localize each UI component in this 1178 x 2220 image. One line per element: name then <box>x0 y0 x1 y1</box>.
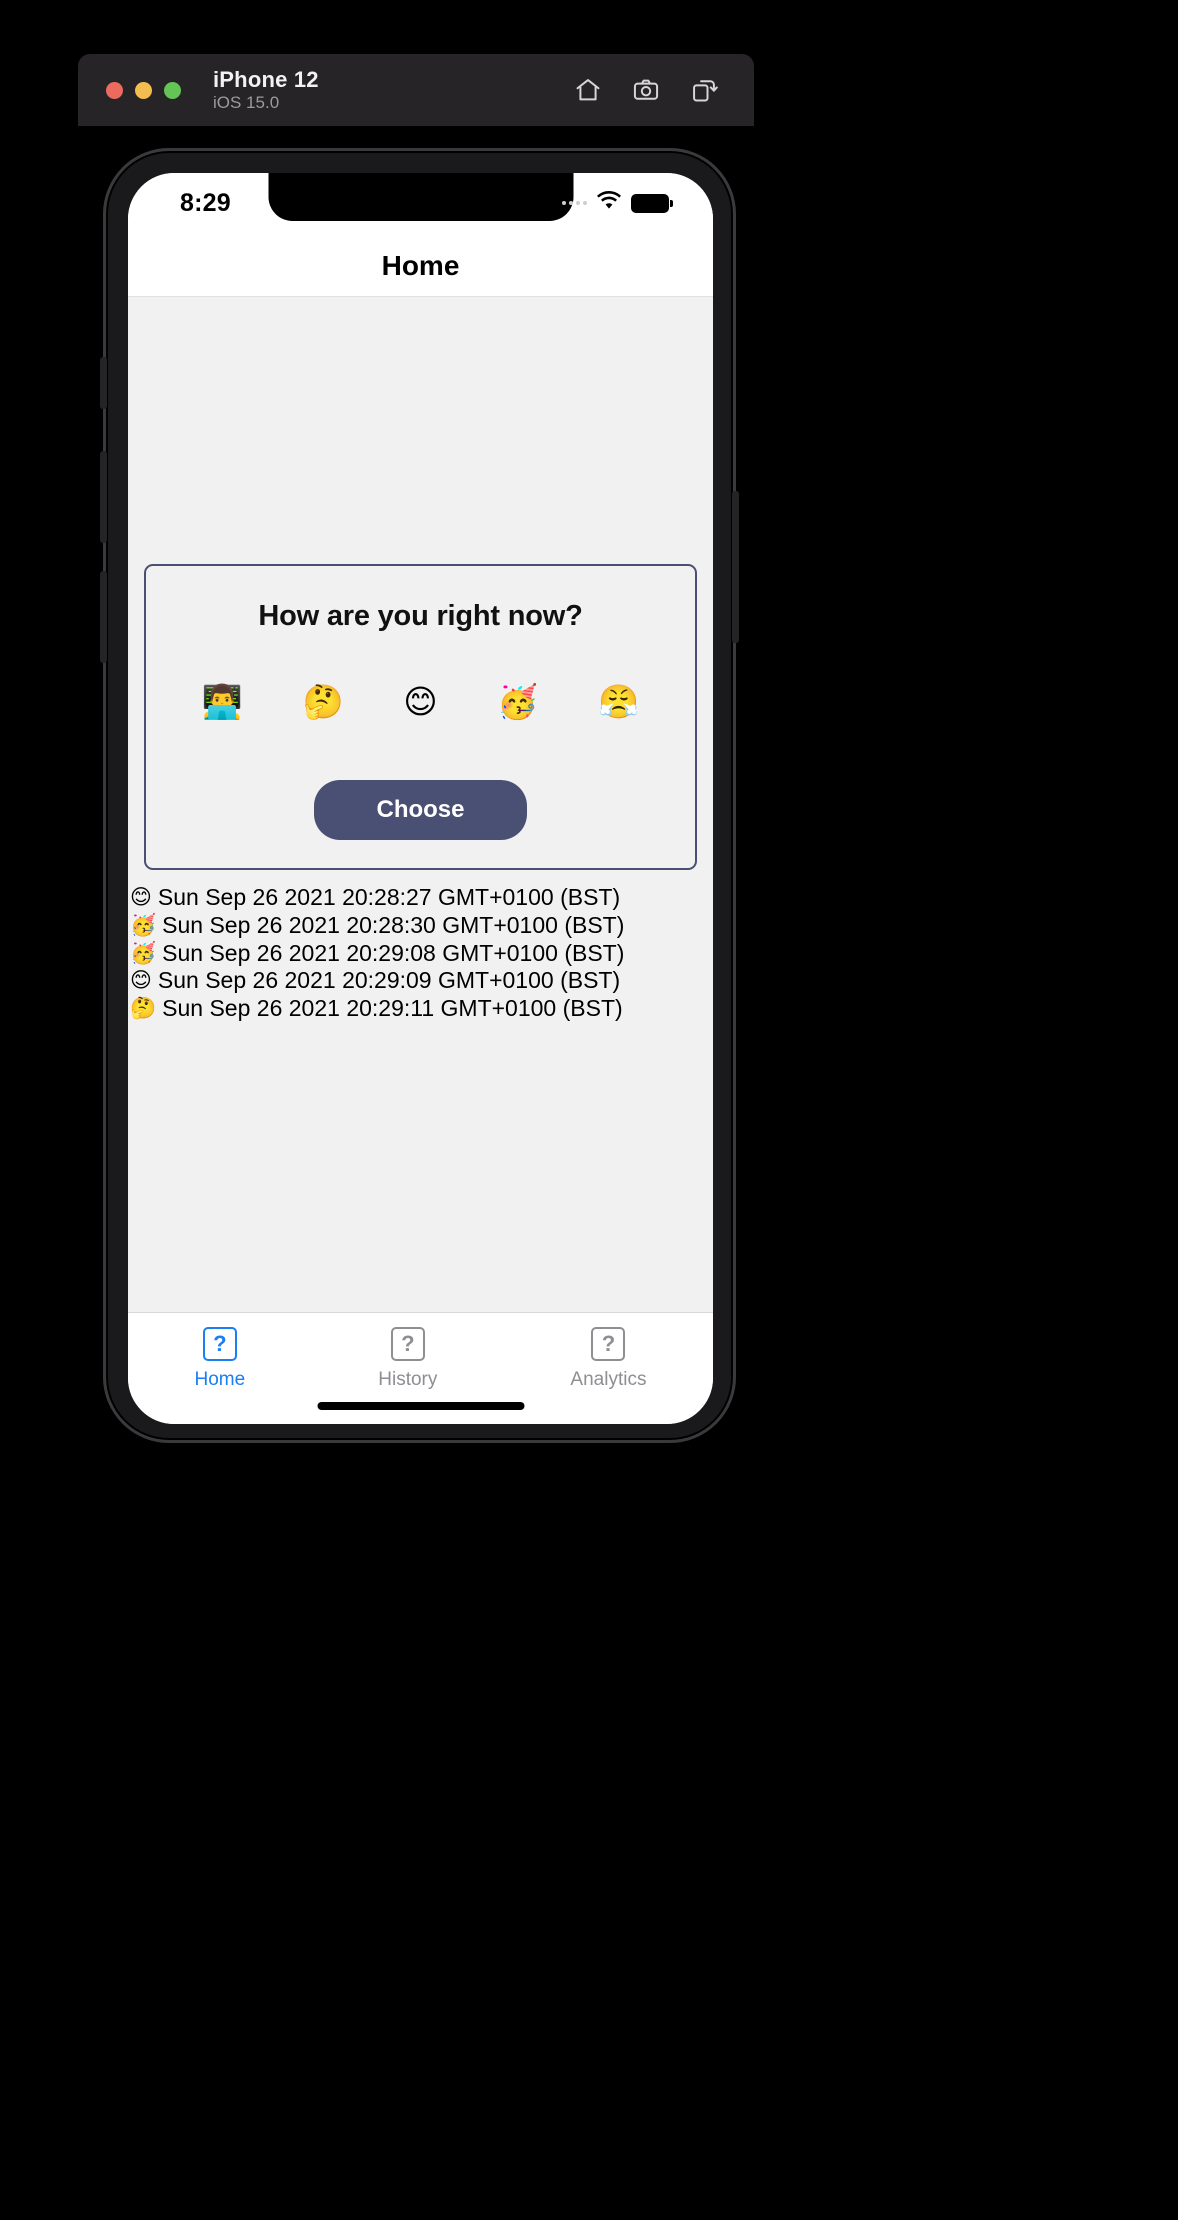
list-item: 🤔 Sun Sep 26 2021 20:29:11 GMT+0100 (BST… <box>130 995 713 1023</box>
history-emoji: 😊 <box>130 885 152 910</box>
simulator-os-version: iOS 15.0 <box>213 93 280 113</box>
tab-history-label: History <box>378 1369 438 1390</box>
simulator-window: iPhone 12 iOS 15.0 8:29 Home How are you… <box>0 0 1178 2220</box>
tab-history[interactable]: ? History <box>378 1327 437 1391</box>
history-timestamp: Sun Sep 26 2021 20:28:27 GMT+0100 (BST) <box>157 884 621 910</box>
home-icon[interactable] <box>574 76 602 104</box>
page-title: Home <box>381 249 460 281</box>
volume-down-button[interactable] <box>100 571 107 663</box>
list-item: 🥳 Sun Sep 26 2021 20:28:30 GMT+0100 (BST… <box>130 912 713 940</box>
mood-survey-card: How are you right now? 👨‍💻 🤔 😊 🥳 😤 Choos… <box>144 564 697 870</box>
tab-home-label: Home <box>194 1369 246 1390</box>
history-emoji: 🥳 <box>130 912 157 937</box>
mood-option-frustrated[interactable]: 😤 <box>598 685 639 718</box>
mood-option-happy[interactable]: 😊 <box>403 685 437 718</box>
mood-option-working[interactable]: 👨‍💻 <box>202 685 243 718</box>
device-screen: 8:29 Home <box>128 173 713 1424</box>
wifi-icon <box>596 190 622 215</box>
power-button[interactable] <box>732 491 739 643</box>
tab-analytics[interactable]: ? Analytics <box>570 1327 646 1391</box>
mood-options: 👨‍💻 🤔 😊 🥳 😤 <box>172 685 669 718</box>
zoom-icon[interactable] <box>164 81 181 99</box>
history-tab-icon: ? <box>390 1327 425 1361</box>
window-traffic-lights <box>106 81 181 99</box>
history-emoji: 😊 <box>130 968 152 993</box>
ios-status-bar: 8:29 <box>128 173 713 235</box>
close-icon[interactable] <box>106 81 123 99</box>
analytics-tab-icon: ? <box>591 1327 626 1361</box>
history-timestamp: Sun Sep 26 2021 20:29:11 GMT+0100 (BST) <box>162 995 623 1021</box>
mood-option-thinking[interactable]: 🤔 <box>303 685 344 718</box>
home-tab-icon: ? <box>202 1327 237 1361</box>
home-indicator[interactable] <box>317 1402 524 1410</box>
rotate-icon[interactable] <box>690 76 718 104</box>
mood-history-list: 😊 Sun Sep 26 2021 20:28:27 GMT+0100 (BST… <box>128 884 713 1023</box>
status-bar-indicators <box>562 190 673 215</box>
submit-row: Choose <box>146 780 695 840</box>
app-content: How are you right now? 👨‍💻 🤔 😊 🥳 😤 Choos… <box>128 297 713 1312</box>
mood-option-partying[interactable]: 🥳 <box>497 685 538 718</box>
mute-switch[interactable] <box>100 357 107 409</box>
cellular-icon <box>562 201 587 205</box>
list-item: 🥳 Sun Sep 26 2021 20:29:08 GMT+0100 (BST… <box>130 940 713 968</box>
navigation-bar: Home <box>128 235 713 297</box>
history-timestamp: Sun Sep 26 2021 20:28:30 GMT+0100 (BST) <box>162 911 625 938</box>
history-emoji: 🤔 <box>130 996 157 1021</box>
history-timestamp: Sun Sep 26 2021 20:29:09 GMT+0100 (BST) <box>157 967 621 994</box>
screenshot-icon[interactable] <box>632 76 660 104</box>
survey-question: How are you right now? <box>258 600 583 632</box>
device-notch <box>268 173 573 221</box>
choose-button[interactable]: Choose <box>314 780 527 840</box>
list-item: 😊 Sun Sep 26 2021 20:28:27 GMT+0100 (BST… <box>130 884 713 912</box>
list-item: 😊 Sun Sep 26 2021 20:29:09 GMT+0100 (BST… <box>130 967 713 995</box>
simulator-device-name: iPhone 12 <box>213 66 319 92</box>
status-bar-time: 8:29 <box>180 189 231 217</box>
battery-icon <box>631 193 673 213</box>
history-emoji: 🥳 <box>130 940 157 965</box>
volume-up-button[interactable] <box>100 451 107 543</box>
iphone-device-frame: 8:29 Home <box>100 148 739 1443</box>
tab-home[interactable]: ? Home <box>194 1327 246 1391</box>
simulator-device-info: iPhone 12 iOS 15.0 <box>213 67 319 114</box>
simulator-titlebar: iPhone 12 iOS 15.0 <box>78 54 754 126</box>
tab-analytics-label: Analytics <box>570 1369 647 1390</box>
history-timestamp: Sun Sep 26 2021 20:29:08 GMT+0100 (BST) <box>162 939 625 966</box>
simulator-toolbar <box>574 76 718 104</box>
minimize-icon[interactable] <box>135 81 152 99</box>
